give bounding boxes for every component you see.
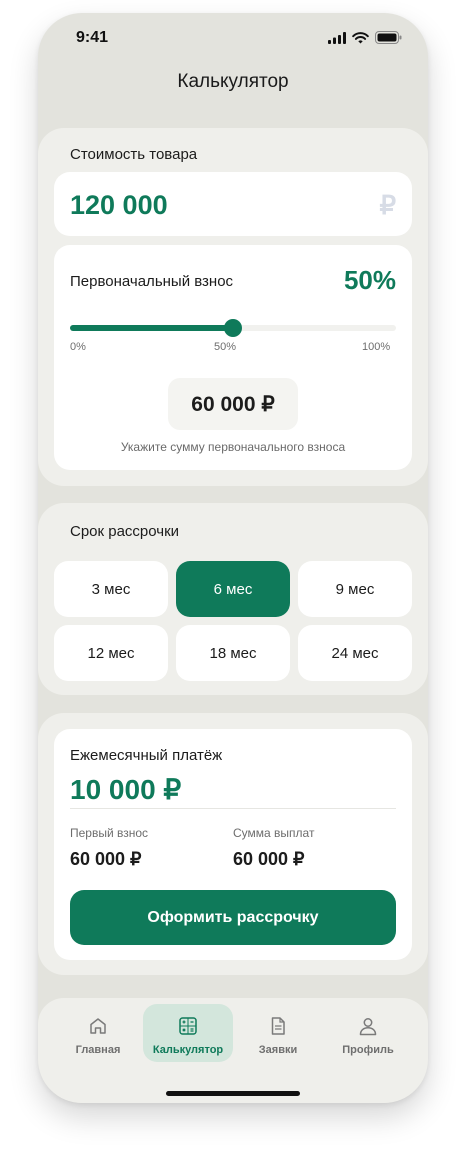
ruble-icon: ₽ — [379, 190, 396, 220]
summary-divider — [70, 808, 396, 809]
down-payment-slider[interactable] — [70, 319, 396, 337]
user-icon — [359, 1018, 377, 1036]
term-label: Срок рассрочки — [70, 523, 180, 540]
first-payment-value: 60 000 ₽ — [70, 849, 142, 869]
tab-calculator-label: Калькулятор — [152, 1044, 224, 1056]
tab-home[interactable]: Главная — [53, 1004, 143, 1062]
summary-panel: Ежемесячный платёж 10 000 ₽ Первый взнос… — [54, 729, 412, 960]
down-payment-hint: Укажите сумму первоначального взноса — [120, 440, 346, 454]
total-payment-value: 60 000 ₽ — [233, 849, 305, 869]
status-icons — [328, 31, 402, 44]
term-option-12[interactable]: 12 мес — [54, 625, 168, 681]
phone-screen: 9:41 Калькулятор Стоимость товара 120 00… — [38, 13, 428, 1103]
term-option-18[interactable]: 18 мес — [176, 625, 290, 681]
tab-home-label: Главная — [75, 1044, 121, 1056]
down-payment-amount-input[interactable]: 60 000 ₽ — [168, 378, 298, 430]
wifi-icon — [352, 31, 369, 43]
term-option-6[interactable]: 6 мес — [176, 561, 290, 617]
document-icon — [271, 1017, 285, 1035]
down-payment-percent: 50% — [343, 265, 396, 295]
home-indicator — [166, 1091, 300, 1096]
tab-profile-label: Профиль — [342, 1044, 394, 1056]
price-value: 120 000 — [70, 190, 168, 220]
calculator-icon — [179, 1017, 197, 1035]
monthly-payment-label: Ежемесячный платёж — [70, 747, 223, 764]
tab-applications[interactable]: Заявки — [233, 1004, 323, 1062]
monthly-payment-value: 10 000 ₽ — [70, 774, 182, 805]
term-option-24[interactable]: 24 мес — [298, 625, 412, 681]
tab-applications-label: Заявки — [258, 1044, 298, 1056]
total-payment-label: Сумма выплат — [233, 826, 315, 840]
home-icon — [90, 1018, 106, 1034]
term-card: Срок рассрочки 3 мес 6 мес 9 мес 12 мес … — [38, 503, 428, 695]
down-payment-label: Первоначальный взнос — [70, 273, 234, 290]
page-title: Калькулятор — [177, 71, 289, 92]
tab-profile[interactable]: Профиль — [323, 1004, 413, 1062]
slider-tick-max: 100% — [362, 341, 391, 353]
slider-tick-min: 0% — [70, 341, 86, 353]
price-input[interactable]: 120 000 ₽ — [54, 172, 412, 236]
signal-icon — [328, 31, 346, 44]
price-label: Стоимость товара — [70, 146, 198, 163]
term-option-3[interactable]: 3 мес — [54, 561, 168, 617]
slider-tick-mid: 50% — [214, 341, 237, 353]
status-time: 9:41 — [76, 29, 109, 46]
apply-installment-button[interactable]: Оформить рассрочку — [70, 890, 396, 945]
slider-handle[interactable] — [224, 319, 242, 337]
down-payment-panel: Первоначальный взнос 50% 0% 50% 100% 60 … — [54, 245, 412, 470]
summary-card: Ежемесячный платёж 10 000 ₽ Первый взнос… — [38, 713, 428, 975]
slider-fill — [70, 325, 233, 331]
tab-bar: Главная Калькулятор Заявки Профиль — [38, 998, 428, 1103]
first-payment-label: Первый взнос — [70, 826, 149, 840]
battery-icon — [375, 31, 402, 44]
tab-calculator[interactable]: Калькулятор — [143, 1004, 233, 1062]
price-card: Стоимость товара 120 000 ₽ Первоначальны… — [38, 128, 428, 486]
status-bar: 9:41 — [38, 13, 428, 63]
term-option-9[interactable]: 9 мес — [298, 561, 412, 617]
